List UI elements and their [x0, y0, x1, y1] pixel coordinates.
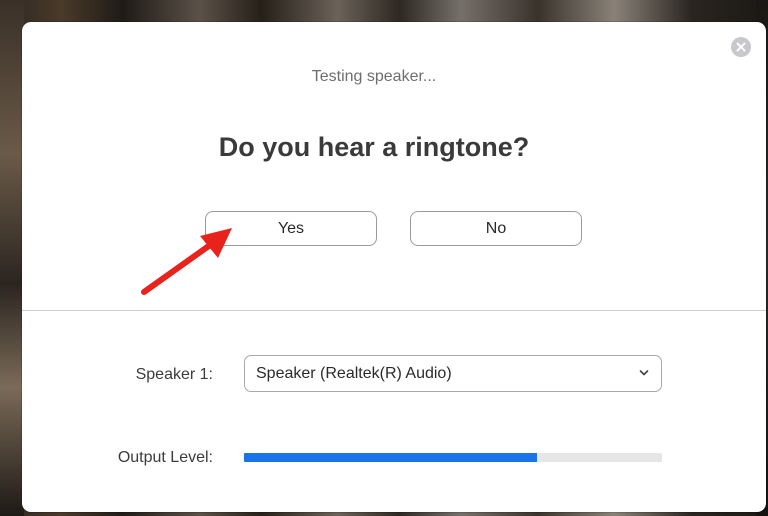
status-text: Testing speaker...	[311, 68, 437, 85]
speaker-label: Speaker 1:	[135, 366, 213, 383]
chevron-down-icon	[639, 370, 649, 376]
no-button[interactable]: No	[410, 211, 582, 246]
page-title: Do you hear a ringtone?	[218, 132, 530, 162]
red-arrow-annotation-icon	[141, 228, 232, 295]
test-speaker-dialog: Testing speaker... Do you hear a rington…	[22, 22, 766, 512]
close-icon	[736, 42, 746, 52]
output-level-label: Output Level:	[117, 449, 213, 466]
speaker-select-value: Speaker (Realtek(R) Audio)	[256, 365, 452, 382]
output-level-meter	[244, 453, 662, 462]
background-image-left	[0, 0, 24, 516]
speaker-select[interactable]: Speaker (Realtek(R) Audio)	[244, 355, 662, 392]
close-button[interactable]	[731, 37, 751, 57]
section-divider	[22, 310, 766, 311]
output-level-fill	[244, 453, 537, 462]
